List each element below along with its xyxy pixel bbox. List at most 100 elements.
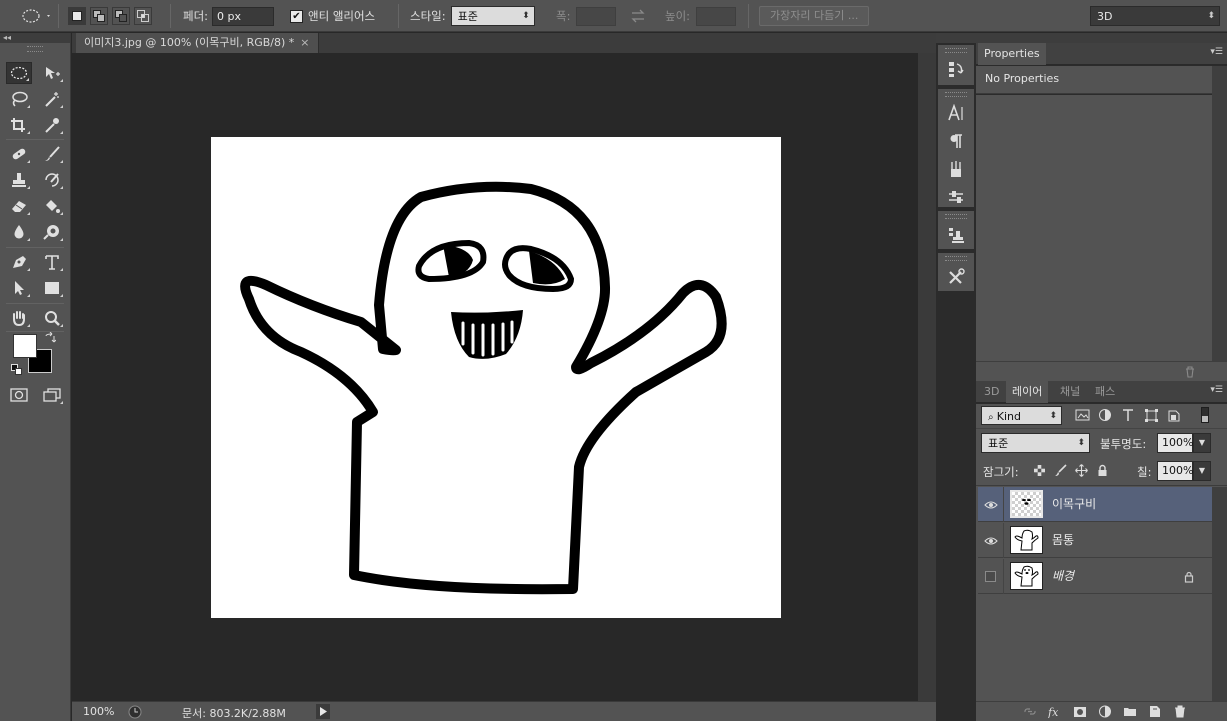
collapse-toolbar-icon[interactable]: ◂◂ xyxy=(0,33,70,43)
layer-name[interactable]: 몸통 xyxy=(1052,523,1074,558)
close-tab-icon[interactable]: × xyxy=(300,36,309,49)
shape-layer-filter-icon[interactable] xyxy=(1144,408,1160,422)
type-layer-filter-icon[interactable] xyxy=(1121,408,1137,422)
fill-slider-button[interactable]: ▼ xyxy=(1193,461,1211,481)
collapse-panels-icon[interactable] xyxy=(976,33,1227,43)
status-menu-button[interactable] xyxy=(316,704,330,719)
layer-row[interactable]: 몸통 xyxy=(978,523,1212,558)
adjustment-layer-icon[interactable] xyxy=(1098,705,1112,718)
default-colors-button[interactable] xyxy=(11,364,23,379)
layers-panel-menu-icon[interactable]: ▾☰ xyxy=(1210,385,1223,395)
zoom-level[interactable]: 100% xyxy=(83,705,114,718)
add-selection-button[interactable] xyxy=(90,7,108,25)
workspace-dropdown[interactable]: 3D xyxy=(1090,6,1220,26)
lock-pixels-icon[interactable] xyxy=(1054,464,1067,477)
height-input[interactable] xyxy=(696,6,737,26)
pixel-layer-filter-icon[interactable] xyxy=(1075,408,1091,422)
tab-paths[interactable]: 패스 xyxy=(1089,381,1121,403)
canvas-workspace[interactable] xyxy=(72,53,918,701)
lock-transparency-icon[interactable] xyxy=(1033,464,1046,477)
layer-name[interactable]: 이목구비 xyxy=(1052,487,1096,522)
tab-layers[interactable]: 레이어 xyxy=(1006,381,1049,403)
quick-mask-button[interactable] xyxy=(6,384,32,406)
layer-row[interactable]: 배경 xyxy=(978,559,1212,594)
tool-preset-picker[interactable] xyxy=(20,0,52,32)
new-selection-button[interactable] xyxy=(68,7,86,25)
clone-stamp-tool[interactable] xyxy=(6,169,32,191)
collapse-strip-icon[interactable] xyxy=(936,33,976,43)
lock-position-icon[interactable] xyxy=(1075,464,1088,477)
pen-tool[interactable] xyxy=(6,251,32,273)
zoom-tool[interactable] xyxy=(39,307,65,329)
subtract-selection-button[interactable] xyxy=(112,7,130,25)
history-panel-button[interactable] xyxy=(938,55,974,83)
path-selection-tool[interactable] xyxy=(6,277,32,299)
dodge-tool[interactable] xyxy=(39,221,65,243)
intersect-selection-button[interactable] xyxy=(134,7,152,25)
document-tab[interactable]: 이미지3.jpg @ 100% (이목구비, RGB/8) * × xyxy=(76,33,319,53)
layer-style-icon[interactable]: fx xyxy=(1048,705,1062,718)
tab-channels[interactable]: 채널 xyxy=(1054,381,1086,403)
layer-filter-dropdown[interactable]: ⌕ Kind xyxy=(981,406,1062,425)
paint-bucket-tool[interactable] xyxy=(39,195,65,217)
properties-scrollbar[interactable] xyxy=(1212,66,1227,361)
lasso-tool[interactable] xyxy=(6,88,32,110)
brush-tool[interactable] xyxy=(39,143,65,165)
paragraph-panel-button[interactable] xyxy=(938,127,974,155)
new-layer-icon[interactable] xyxy=(1148,705,1162,718)
eyedropper-tool[interactable] xyxy=(39,114,65,136)
add-mask-icon[interactable] xyxy=(1073,705,1087,718)
eraser-tool[interactable] xyxy=(6,195,32,217)
refine-edge-button[interactable]: 가장자리 다듬기 ... xyxy=(759,6,870,26)
opacity-input[interactable]: 100% xyxy=(1157,433,1193,453)
opacity-slider-button[interactable]: ▼ xyxy=(1193,433,1211,453)
swap-dimensions-button[interactable] xyxy=(630,0,646,32)
antialias-checkbox[interactable]: ✔ 앤티 앨리어스 xyxy=(290,0,375,32)
image-canvas[interactable] xyxy=(211,137,781,618)
magic-wand-tool[interactable] xyxy=(39,88,65,110)
visibility-toggle[interactable] xyxy=(978,559,1004,594)
layer-row[interactable]: 이목구비 xyxy=(978,487,1212,522)
brush-presets-panel-button[interactable] xyxy=(938,155,974,183)
move-tool[interactable] xyxy=(39,62,65,84)
elliptical-marquee-tool[interactable] xyxy=(6,62,32,84)
tool-presets-panel-button[interactable] xyxy=(938,183,974,211)
swap-colors-button[interactable] xyxy=(44,331,57,347)
visibility-toggle[interactable] xyxy=(978,487,1004,522)
tab-3d[interactable]: 3D xyxy=(978,381,1005,403)
tools-panel-button[interactable] xyxy=(938,263,974,291)
layers-scrollbar[interactable] xyxy=(1212,487,1227,701)
filter-toggle[interactable] xyxy=(1201,407,1209,423)
panel-menu-icon[interactable]: ▾☰ xyxy=(1210,47,1223,57)
layer-name[interactable]: 배경 xyxy=(1052,559,1074,594)
folder-icon[interactable] xyxy=(1123,705,1137,718)
crop-tool[interactable] xyxy=(6,114,32,136)
delete-layer-icon[interactable] xyxy=(1173,705,1187,718)
proof-setup-icon[interactable] xyxy=(128,705,142,719)
vertical-scrollbar[interactable] xyxy=(918,53,936,701)
hand-tool[interactable] xyxy=(6,307,32,329)
lock-all-icon[interactable] xyxy=(1096,464,1109,477)
fill-input[interactable]: 100% xyxy=(1157,461,1193,481)
tab-properties[interactable]: Properties xyxy=(978,43,1046,65)
width-input[interactable] xyxy=(576,6,617,26)
crop-icon xyxy=(11,118,25,132)
link-layers-icon[interactable] xyxy=(1023,705,1037,718)
blend-mode-dropdown[interactable]: 표준 xyxy=(981,433,1090,453)
clone-source-panel-button[interactable] xyxy=(938,221,974,249)
style-dropdown[interactable]: 표준 xyxy=(450,6,535,26)
toolbar-grip[interactable] xyxy=(27,46,43,52)
character-panel-button[interactable] xyxy=(938,99,974,127)
healing-brush-tool[interactable] xyxy=(6,143,32,165)
history-brush-tool[interactable] xyxy=(39,169,65,191)
feather-input[interactable]: 0 px xyxy=(212,6,275,26)
smart-object-filter-icon[interactable] xyxy=(1167,408,1183,422)
screen-mode-button[interactable] xyxy=(39,384,65,406)
blur-tool[interactable] xyxy=(6,221,32,243)
adjustment-layer-filter-icon[interactable] xyxy=(1098,408,1114,422)
rectangle-tool[interactable] xyxy=(39,277,65,299)
type-tool[interactable] xyxy=(39,251,65,273)
trash-icon[interactable] xyxy=(1184,366,1196,378)
foreground-color-swatch[interactable] xyxy=(13,334,37,358)
visibility-toggle[interactable] xyxy=(978,523,1004,558)
